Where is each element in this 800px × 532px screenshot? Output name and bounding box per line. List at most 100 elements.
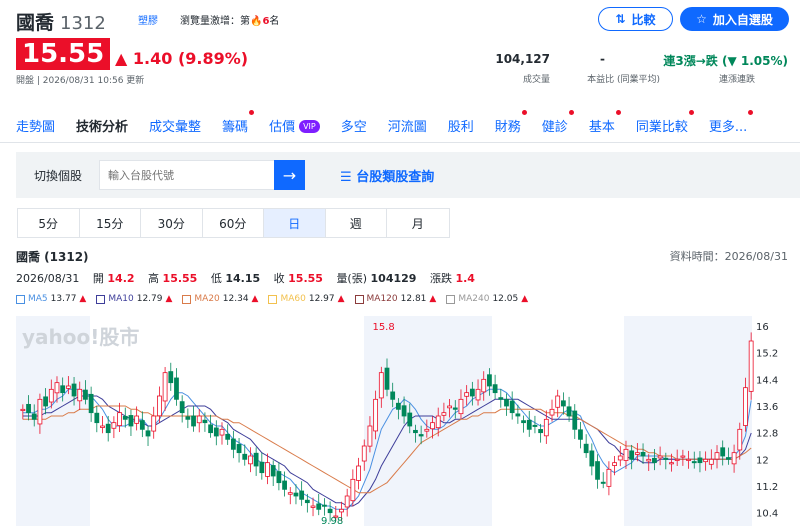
candle[interactable] (111, 422, 117, 429)
candle[interactable] (77, 388, 83, 402)
nav-valuation[interactable]: 估價 VIP (269, 116, 320, 135)
candle[interactable] (196, 415, 202, 424)
candle[interactable] (390, 391, 396, 400)
candle[interactable] (304, 499, 310, 504)
candle[interactable] (447, 405, 452, 409)
candle[interactable] (407, 412, 413, 427)
candle[interactable] (441, 412, 447, 416)
candle[interactable] (282, 480, 287, 490)
candle[interactable] (54, 382, 60, 394)
candle[interactable] (157, 395, 162, 417)
tab-15min[interactable]: 15分 (80, 209, 141, 237)
candle[interactable] (555, 395, 561, 408)
candle[interactable] (94, 412, 100, 424)
candle[interactable] (276, 471, 282, 484)
nav-summary[interactable]: 成交彙整 (149, 116, 201, 135)
ma60-toggle[interactable]: MA60 12.97 ▲ (268, 294, 345, 304)
candle[interactable] (26, 403, 31, 414)
candle[interactable] (731, 452, 737, 465)
candle[interactable] (37, 398, 43, 425)
candle[interactable] (515, 413, 521, 417)
nav-river[interactable]: 河流圖 (388, 116, 427, 135)
candle[interactable] (339, 508, 344, 513)
candle[interactable] (708, 458, 714, 465)
candle[interactable] (720, 447, 726, 457)
candle[interactable] (139, 420, 145, 430)
candle[interactable] (100, 425, 105, 428)
candle[interactable] (230, 438, 236, 450)
tab-60min[interactable]: 60分 (203, 209, 264, 237)
stock-code-input[interactable] (99, 160, 275, 190)
candle[interactable] (105, 423, 111, 434)
tab-day[interactable]: 日 (264, 209, 326, 237)
candle[interactable] (122, 415, 128, 420)
candle[interactable] (458, 398, 464, 415)
candle[interactable] (83, 389, 88, 400)
candle[interactable] (469, 388, 475, 397)
candle[interactable] (634, 452, 640, 455)
tab-5min[interactable]: 5分 (18, 209, 80, 237)
candle[interactable] (270, 465, 276, 477)
candle[interactable] (737, 428, 743, 451)
category-lookup-link[interactable]: ☰ 台股類股查詢 (340, 166, 434, 185)
candle[interactable] (703, 458, 709, 463)
add-watchlist-button[interactable]: ☆ 加入自選股 (680, 7, 789, 31)
nav-health[interactable]: 健診 (542, 110, 574, 135)
candle[interactable] (543, 418, 549, 437)
candle[interactable] (652, 457, 657, 464)
candle[interactable] (583, 443, 589, 454)
candle[interactable] (418, 434, 424, 437)
tab-week[interactable]: 週 (326, 209, 387, 237)
candle[interactable] (560, 400, 566, 407)
nav-peers[interactable]: 同業比較 (636, 110, 694, 135)
candle[interactable] (509, 400, 515, 414)
candle[interactable] (532, 424, 538, 427)
nav-chips[interactable]: 籌碼 (222, 110, 255, 135)
candle[interactable] (435, 415, 441, 429)
candle[interactable] (686, 458, 691, 461)
candle[interactable] (629, 450, 635, 460)
candle[interactable] (504, 398, 509, 407)
candle[interactable] (487, 374, 492, 387)
industry-tag[interactable]: 塑膠 (138, 12, 158, 27)
candle[interactable] (145, 430, 151, 437)
candle[interactable] (373, 398, 379, 432)
tab-30min[interactable]: 30分 (141, 209, 203, 237)
candle[interactable] (697, 457, 703, 464)
nav-more[interactable]: 更多... (709, 110, 754, 135)
candle[interactable] (714, 452, 720, 460)
candle[interactable] (327, 508, 333, 514)
candle[interactable] (350, 478, 356, 502)
candle[interactable] (31, 413, 37, 420)
candle[interactable] (242, 453, 248, 460)
candle[interactable] (117, 412, 122, 426)
candle[interactable] (344, 495, 350, 508)
candle[interactable] (259, 461, 265, 474)
candle[interactable] (395, 402, 401, 410)
candle[interactable] (424, 428, 430, 432)
ma5-toggle[interactable]: MA5 13.77 ▲ (16, 294, 86, 304)
candle[interactable] (589, 450, 595, 467)
candle[interactable] (356, 465, 361, 481)
candle[interactable] (640, 451, 646, 457)
ma20-toggle[interactable]: MA20 12.34 ▲ (182, 294, 258, 304)
ma240-toggle[interactable]: MA240 12.05 ▲ (446, 294, 528, 304)
candle[interactable] (128, 415, 134, 427)
candle[interactable] (378, 372, 384, 399)
nav-technical[interactable]: 技術分析 (76, 116, 128, 135)
candle[interactable] (617, 455, 623, 461)
candle[interactable] (413, 429, 418, 434)
candle[interactable] (65, 385, 71, 389)
candle[interactable] (521, 420, 526, 424)
compare-button[interactable]: ⇅ 比較 (598, 7, 673, 31)
candle[interactable] (743, 387, 748, 426)
candle[interactable] (526, 419, 532, 430)
candle[interactable] (20, 408, 26, 411)
nav-finance[interactable]: 財務 (495, 110, 527, 135)
candle[interactable] (475, 388, 481, 401)
candle[interactable] (202, 419, 208, 424)
candle[interactable] (401, 405, 407, 417)
nav-longshort[interactable]: 多空 (341, 116, 367, 135)
candle[interactable] (174, 377, 179, 400)
candle[interactable] (623, 448, 629, 461)
